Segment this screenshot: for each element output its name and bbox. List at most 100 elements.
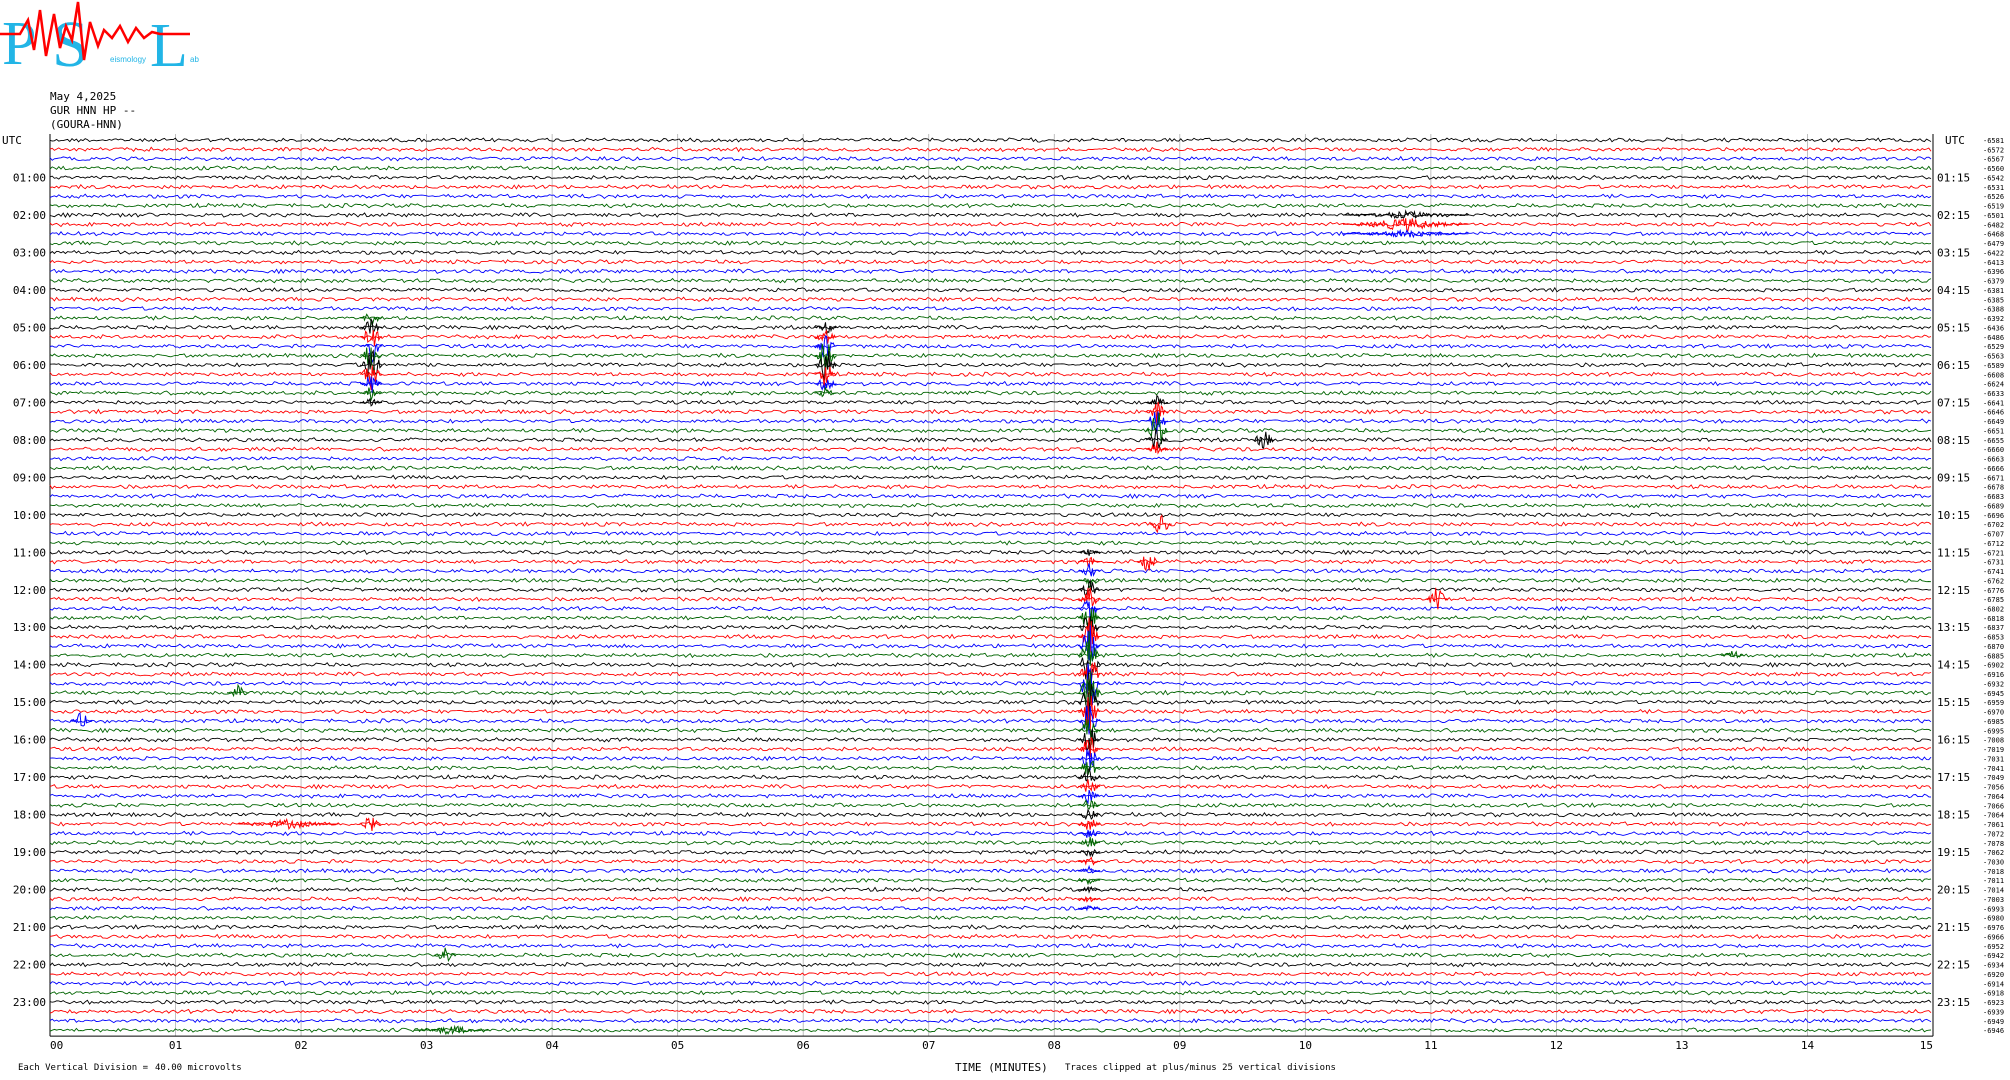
trace-row — [49, 718, 1932, 724]
trace-offset-label: -6966 — [1983, 933, 2004, 941]
trace-offset-label: -6914 — [1983, 980, 2004, 988]
left-hour-label: 14:00 — [13, 659, 46, 672]
left-hour-label: 22:00 — [13, 959, 46, 972]
trace-row — [49, 858, 1932, 865]
trace-row — [49, 277, 1932, 284]
trace-row — [49, 521, 1932, 527]
trace-row — [49, 296, 1932, 303]
trace-row — [49, 652, 1932, 659]
trace-row — [49, 455, 1932, 462]
x-tick-label: 00 — [50, 1039, 63, 1052]
trace-offset-label: -6385 — [1983, 296, 2004, 304]
event-burst — [1078, 766, 1101, 782]
left-hour-label: 08:00 — [13, 434, 46, 447]
right-hour-label: 10:15 — [1937, 509, 1970, 522]
trace-offset-label: -6993 — [1983, 905, 2004, 913]
trace-offset-label: -7064 — [1983, 793, 2004, 801]
trace-offset-label: -6482 — [1983, 221, 2004, 229]
trace-row — [49, 305, 1932, 312]
trace-offset-label: -6702 — [1983, 521, 2004, 529]
trace-row — [49, 886, 1932, 893]
event-burst — [1149, 514, 1172, 534]
trace-offset-label: -7072 — [1983, 830, 2004, 838]
right-utc-label: UTC — [1945, 134, 1965, 147]
trace-offset-label: -6392 — [1983, 315, 2004, 323]
trace-offset-label: -6560 — [1983, 165, 2004, 173]
event-burst — [1078, 848, 1101, 858]
trace-offset-label: -6526 — [1983, 193, 2004, 201]
trace-row — [49, 699, 1932, 706]
x-tick-label: 14 — [1801, 1039, 1815, 1052]
trace-offset-label: -7003 — [1983, 896, 2004, 904]
trace-row — [49, 802, 1932, 809]
trace-row — [49, 286, 1932, 293]
trace-offset-label: -6985 — [1983, 718, 2004, 726]
trace-offset-label: -6683 — [1983, 493, 2004, 501]
trace-row — [49, 493, 1932, 500]
trace-row — [49, 849, 1932, 856]
trace-row — [49, 933, 1932, 940]
event-burst — [1077, 789, 1101, 805]
trace-offset-label: -6837 — [1983, 624, 2004, 632]
trace-row — [49, 867, 1932, 874]
trace-offset-label: -6916 — [1983, 671, 2004, 679]
trace-offset-label: -6436 — [1983, 324, 2004, 332]
trace-row — [49, 840, 1932, 846]
trace-offset-label: -7008 — [1983, 737, 2004, 745]
seismic-events — [70, 209, 1743, 1036]
event-burst — [1137, 556, 1160, 572]
trace-offset-label: -6945 — [1983, 690, 2004, 698]
trace-row — [49, 183, 1931, 190]
event-burst — [1145, 441, 1169, 455]
trace-offset-label: -6531 — [1983, 184, 2004, 192]
left-hour-label: 11:00 — [13, 546, 46, 559]
right-hour-label: 12:15 — [1937, 584, 1970, 597]
trace-offset-label: -6519 — [1983, 203, 2004, 211]
trace-offset-label: -7031 — [1983, 755, 2004, 763]
trace-row — [49, 577, 1932, 584]
trace-row — [49, 605, 1932, 612]
trace-offset-label: -6589 — [1983, 362, 2004, 370]
trace-row — [49, 343, 1932, 349]
right-hour-label: 23:15 — [1937, 996, 1970, 1009]
x-tick-label: 12 — [1550, 1039, 1563, 1052]
trace-row — [49, 558, 1932, 565]
trace-offset-label: -6959 — [1983, 699, 2004, 707]
trace-offset-label: -6671 — [1983, 474, 2004, 482]
trace-row — [49, 202, 1932, 209]
trace-offset-label: -6660 — [1983, 446, 2004, 454]
x-tick-label: 06 — [797, 1039, 810, 1052]
trace-row — [49, 465, 1932, 471]
trace-offset-label: -6486 — [1983, 334, 2004, 342]
trace-offset-label: -7011 — [1983, 877, 2004, 885]
trace-row — [50, 512, 1932, 518]
right-hour-label: 15:15 — [1937, 696, 1970, 709]
trace-row — [49, 427, 1932, 434]
trace-offset-label: -7049 — [1983, 774, 2004, 782]
trace-offset-label: -6696 — [1983, 512, 2004, 520]
trace-row — [49, 615, 1932, 621]
trace-offset-label: -6388 — [1983, 306, 2004, 314]
trace-offset-label: -6542 — [1983, 174, 2004, 182]
left-hour-label: 18:00 — [13, 809, 46, 822]
x-axis-title: TIME (MINUTES) — [955, 1061, 1048, 1074]
trace-offset-label: -6479 — [1983, 240, 2004, 248]
trace-row — [49, 174, 1932, 181]
right-hour-label: 08:15 — [1937, 434, 1970, 447]
trace-row — [49, 661, 1932, 668]
left-hour-label: 03:00 — [13, 246, 46, 259]
trace-offset-label: -6396 — [1983, 268, 2004, 276]
trace-row — [49, 924, 1932, 930]
trace-offset-label: -6934 — [1983, 962, 2004, 970]
right-hour-label: 03:15 — [1937, 246, 1970, 259]
event-burst — [360, 330, 383, 347]
trace-row — [49, 877, 1932, 884]
left-hour-label: 17:00 — [13, 771, 46, 784]
trace-row — [49, 549, 1932, 556]
right-hour-label: 18:15 — [1937, 809, 1970, 822]
trace-offset-label: -7019 — [1983, 746, 2004, 754]
trace-offset-label: -6379 — [1983, 278, 2004, 286]
trace-row — [49, 1008, 1932, 1015]
trace-offset-label: -6646 — [1983, 409, 2004, 417]
trace-offset-label: -6381 — [1983, 287, 2004, 295]
